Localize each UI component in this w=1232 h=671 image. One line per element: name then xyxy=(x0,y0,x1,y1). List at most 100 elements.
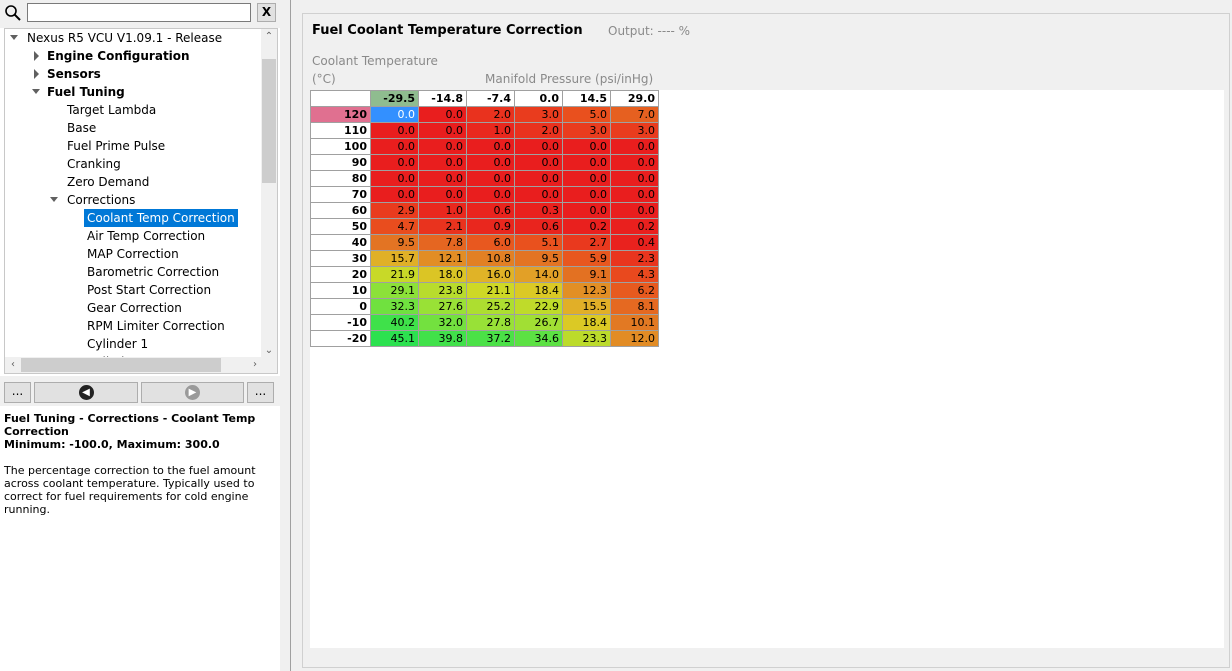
table-cell[interactable]: 0.0 xyxy=(562,186,611,203)
table-cell[interactable]: 0.0 xyxy=(562,170,611,187)
table-cell[interactable]: 0.0 xyxy=(370,154,419,171)
table-cell[interactable]: 0.6 xyxy=(514,218,563,235)
scroll-left-icon[interactable]: ‹ xyxy=(5,357,21,373)
tree-item[interactable]: Zero Demand xyxy=(67,173,149,191)
table-cell[interactable]: 0.0 xyxy=(610,138,659,155)
table-cell[interactable]: 0.0 xyxy=(562,154,611,171)
table-cell[interactable]: 1.0 xyxy=(418,202,467,219)
table-cell[interactable]: 1.0 xyxy=(466,122,515,139)
table-cell[interactable]: 27.8 xyxy=(466,314,515,331)
table-cell[interactable]: 18.4 xyxy=(562,314,611,331)
table-cell[interactable]: 0.0 xyxy=(418,186,467,203)
table-cell[interactable]: 45.1 xyxy=(370,330,419,347)
tree-item[interactable]: MAP Correction xyxy=(87,245,179,263)
row-header[interactable]: 80 xyxy=(310,170,371,187)
row-header[interactable]: 50 xyxy=(310,218,371,235)
table-cell[interactable]: 39.8 xyxy=(418,330,467,347)
row-header[interactable]: 110 xyxy=(310,122,371,139)
tree-item[interactable]: Barometric Correction xyxy=(87,263,219,281)
table-cell[interactable]: 0.9 xyxy=(466,218,515,235)
table-cell[interactable]: 5.9 xyxy=(562,250,611,267)
table-cell[interactable]: 9.5 xyxy=(514,250,563,267)
tree-horizontal-scrollbar[interactable]: ‹ › xyxy=(5,357,263,373)
table-cell[interactable]: 10.1 xyxy=(610,314,659,331)
search-input[interactable] xyxy=(27,3,251,22)
column-header[interactable]: 0.0 xyxy=(514,90,563,107)
row-header[interactable]: 10 xyxy=(310,282,371,299)
table-cell[interactable]: 37.2 xyxy=(466,330,515,347)
table-cell[interactable]: 23.8 xyxy=(418,282,467,299)
table-cell[interactable]: 3.0 xyxy=(610,122,659,139)
table-cell[interactable]: 18.0 xyxy=(418,266,467,283)
table-cell[interactable]: 9.1 xyxy=(562,266,611,283)
table-cell[interactable]: 10.8 xyxy=(466,250,515,267)
row-header[interactable]: 30 xyxy=(310,250,371,267)
table-cell[interactable]: 0.0 xyxy=(370,186,419,203)
tree-item[interactable]: Cranking xyxy=(67,155,121,173)
table-cell[interactable]: 0.0 xyxy=(418,138,467,155)
table-cell[interactable]: 0.0 xyxy=(562,138,611,155)
table-cell[interactable]: 0.0 xyxy=(562,202,611,219)
table-cell[interactable]: 2.0 xyxy=(514,122,563,139)
table-cell[interactable]: 22.9 xyxy=(514,298,563,315)
table-cell[interactable]: 21.1 xyxy=(466,282,515,299)
table-cell[interactable]: 0.0 xyxy=(514,154,563,171)
tree-item[interactable]: Cylinder 1 xyxy=(87,335,148,353)
tree-item[interactable]: Engine Configuration xyxy=(47,47,190,65)
tree-root[interactable]: Nexus R5 VCU V1.09.1 - Release xyxy=(27,29,222,47)
table-cell[interactable]: 0.0 xyxy=(370,122,419,139)
table-cell[interactable]: 25.2 xyxy=(466,298,515,315)
table-cell[interactable]: 0.0 xyxy=(610,154,659,171)
row-header[interactable]: 70 xyxy=(310,186,371,203)
forward-button[interactable]: ▶ xyxy=(141,382,244,403)
row-header[interactable]: 0 xyxy=(310,298,371,315)
tree-item[interactable]: Air Temp Correction xyxy=(87,227,205,245)
table-cell[interactable]: 15.7 xyxy=(370,250,419,267)
table-cell[interactable]: 0.0 xyxy=(370,106,419,123)
table-cell[interactable]: 0.0 xyxy=(514,170,563,187)
table-cell[interactable]: 16.0 xyxy=(466,266,515,283)
column-header[interactable]: -7.4 xyxy=(466,90,515,107)
table-cell[interactable]: 23.3 xyxy=(562,330,611,347)
row-header[interactable]: -10 xyxy=(310,314,371,331)
table-cell[interactable]: 0.0 xyxy=(466,138,515,155)
table-cell[interactable]: 21.9 xyxy=(370,266,419,283)
row-header[interactable]: 90 xyxy=(310,154,371,171)
table-cell[interactable]: 0.4 xyxy=(610,234,659,251)
table-cell[interactable]: 0.0 xyxy=(514,138,563,155)
table-cell[interactable]: 29.1 xyxy=(370,282,419,299)
row-header[interactable]: 60 xyxy=(310,202,371,219)
table-cell[interactable]: 18.4 xyxy=(514,282,563,299)
table-cell[interactable]: 0.0 xyxy=(418,154,467,171)
table-cell[interactable]: 3.0 xyxy=(562,122,611,139)
tree-item[interactable]: Target Lambda xyxy=(67,101,156,119)
column-header[interactable]: -29.5 xyxy=(370,90,419,107)
table-cell[interactable]: 0.0 xyxy=(370,170,419,187)
table-cell[interactable]: 3.0 xyxy=(514,106,563,123)
table-cell[interactable]: 15.5 xyxy=(562,298,611,315)
table-cell[interactable]: 12.0 xyxy=(610,330,659,347)
table-cell[interactable]: 40.2 xyxy=(370,314,419,331)
table-cell[interactable]: 6.2 xyxy=(610,282,659,299)
table-cell[interactable]: 0.0 xyxy=(610,202,659,219)
table-cell[interactable]: 0.0 xyxy=(466,186,515,203)
table-cell[interactable]: 5.1 xyxy=(514,234,563,251)
table-cell[interactable]: 0.0 xyxy=(418,170,467,187)
column-header[interactable]: 14.5 xyxy=(562,90,611,107)
table-cell[interactable]: 26.7 xyxy=(514,314,563,331)
expanded-arrow-icon[interactable] xyxy=(31,83,41,101)
tree-item[interactable]: Gear Correction xyxy=(87,299,182,317)
table-cell[interactable]: 0.0 xyxy=(418,106,467,123)
column-header[interactable]: 29.0 xyxy=(610,90,659,107)
table-cell[interactable]: 0.0 xyxy=(610,186,659,203)
table-cell[interactable]: 12.3 xyxy=(562,282,611,299)
tree-item[interactable]: Coolant Temp Correction xyxy=(84,209,238,227)
table-cell[interactable]: 4.3 xyxy=(610,266,659,283)
expanded-arrow-icon[interactable] xyxy=(49,191,59,209)
table-cell[interactable]: 7.8 xyxy=(418,234,467,251)
scroll-up-icon[interactable]: ⌃ xyxy=(261,29,277,45)
tree-item[interactable]: Corrections xyxy=(67,191,135,209)
table-cell[interactable]: 12.1 xyxy=(418,250,467,267)
expanded-arrow-icon[interactable] xyxy=(9,29,19,47)
table-cell[interactable]: 2.1 xyxy=(418,218,467,235)
